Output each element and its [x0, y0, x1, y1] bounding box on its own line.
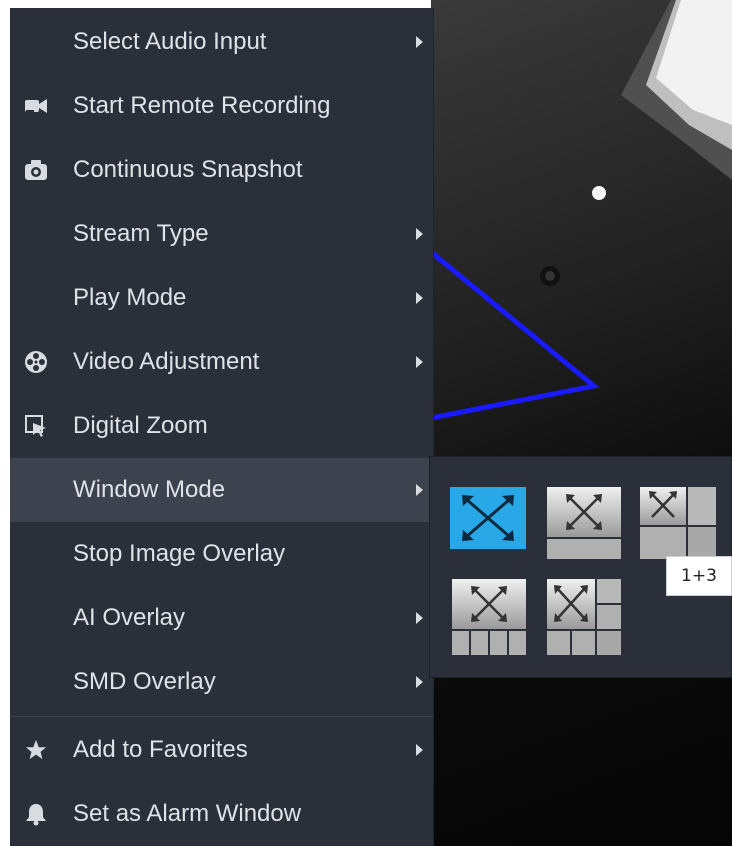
chevron-right-icon: [416, 484, 423, 496]
chevron-right-icon: [416, 676, 423, 688]
chevron-right-icon: [416, 228, 423, 240]
menu-item-add-to-favorites[interactable]: Add to Favorites: [10, 718, 433, 782]
menu-item-play-mode[interactable]: Play Mode: [10, 266, 433, 330]
layout-1plus4-icon: [452, 579, 526, 655]
chevron-right-icon: [416, 612, 423, 624]
menu-item-label: AI Overlay: [73, 604, 186, 631]
video-scene: [431, 0, 732, 421]
menu-item-label: Stop Image Overlay: [73, 540, 286, 567]
menu-item-digital-zoom[interactable]: Digital Zoom: [10, 394, 433, 458]
star-icon: [22, 736, 50, 764]
context-menu: Select Audio Input Start Remote Recordin…: [10, 8, 434, 846]
menu-item-continuous-snapshot[interactable]: Continuous Snapshot: [10, 138, 433, 202]
chevron-right-icon: [416, 36, 423, 48]
layout-1plus1-icon: [547, 487, 621, 559]
rule-line: [431, 250, 600, 421]
menu-item-label: Video Adjustment: [73, 348, 260, 375]
layout-1-window-button[interactable]: [450, 487, 526, 563]
menu-item-set-as-alarm-window[interactable]: Set as Alarm Window: [10, 782, 433, 846]
menu-item-label: Continuous Snapshot: [73, 156, 303, 183]
layout-tooltip: 1+3: [666, 556, 732, 596]
chevron-right-icon: [416, 356, 423, 368]
menu-item-label: Set as Alarm Window: [73, 800, 302, 827]
layout-1plus4-button[interactable]: [452, 579, 528, 655]
menu-item-stream-type[interactable]: Stream Type: [10, 202, 433, 266]
menu-item-label: Window Mode: [73, 476, 226, 503]
layout-1plus1-button[interactable]: [547, 487, 623, 563]
menu-item-label: Play Mode: [73, 284, 187, 311]
menu-item-ai-overlay[interactable]: AI Overlay: [10, 586, 433, 650]
chevron-right-icon: [416, 292, 423, 304]
menu-item-label: Stream Type: [73, 220, 209, 247]
layout-1plus5-button[interactable]: [547, 579, 623, 655]
camera-video-feed: [431, 0, 732, 846]
menu-item-label: Start Remote Recording: [73, 92, 331, 119]
menu-item-select-audio-input[interactable]: Select Audio Input: [10, 10, 433, 74]
expand-arrows-icon: [450, 487, 526, 549]
camera-icon: [22, 156, 50, 184]
menu-item-label: SMD Overlay: [73, 668, 216, 695]
chevron-right-icon: [416, 744, 423, 756]
layout-1plus5-icon: [547, 579, 621, 655]
menu-item-start-remote-recording[interactable]: Start Remote Recording: [10, 74, 433, 138]
menu-item-label: Digital Zoom: [73, 412, 208, 439]
zoom-cursor-icon: [22, 412, 50, 440]
menu-item-stop-image-overlay[interactable]: Stop Image Overlay: [10, 522, 433, 586]
film-reel-icon: [22, 348, 50, 376]
menu-item-window-mode[interactable]: Window Mode: [10, 458, 433, 522]
layout-1plus3-button[interactable]: [640, 487, 716, 563]
layout-1plus3-icon: [640, 487, 716, 559]
video-camera-icon: [22, 92, 50, 120]
menu-item-label: Select Audio Input: [73, 28, 267, 55]
menu-item-video-adjustment[interactable]: Video Adjustment: [10, 330, 433, 394]
bell-icon: [22, 800, 50, 828]
menu-item-smd-overlay[interactable]: SMD Overlay: [10, 650, 433, 714]
menu-item-label: Add to Favorites: [73, 736, 248, 763]
menu-divider: [10, 716, 433, 717]
